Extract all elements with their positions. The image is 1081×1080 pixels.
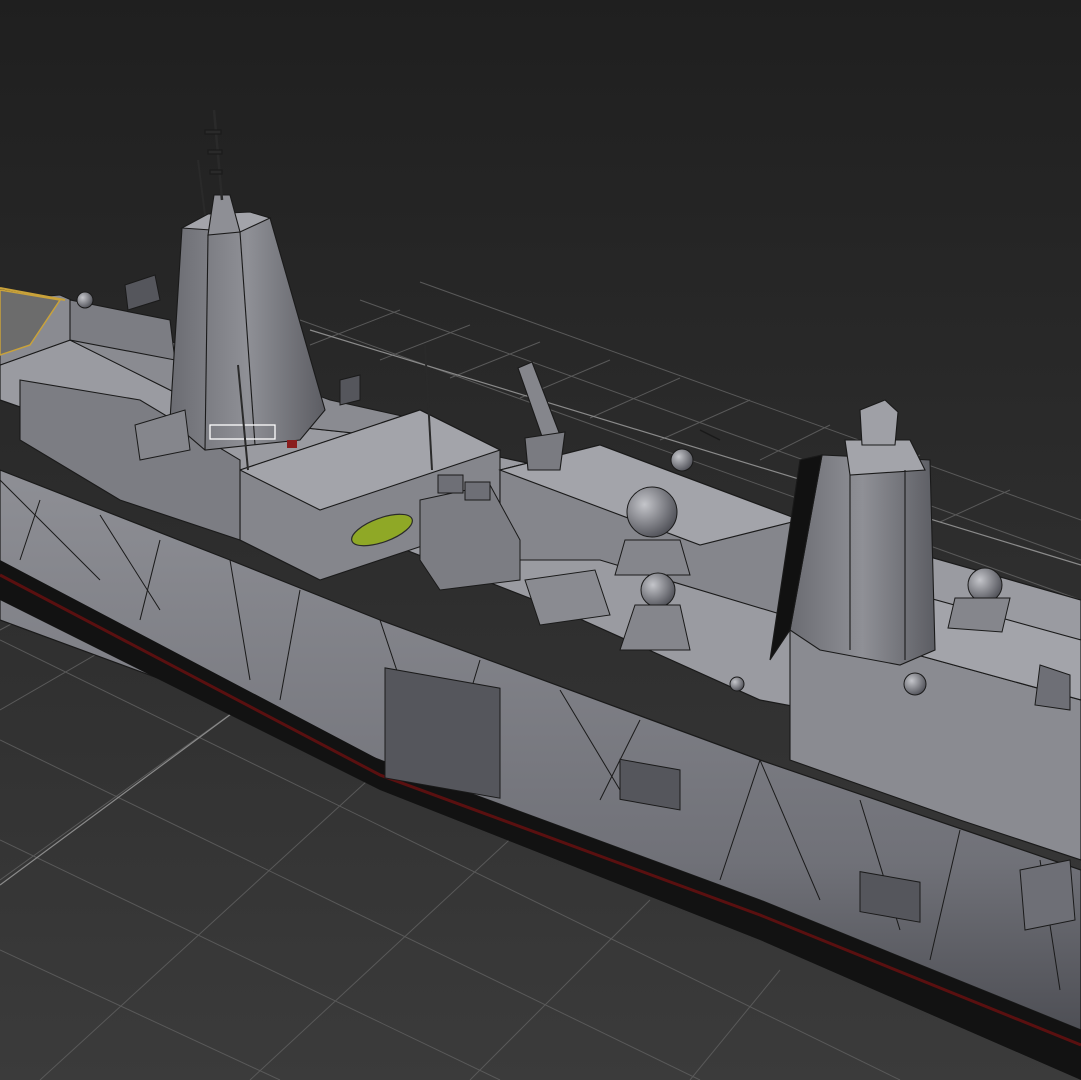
- radar-dome-icon[interactable]: [670, 448, 694, 472]
- red-marker: [287, 440, 297, 448]
- radar-dome-icon[interactable]: [967, 567, 1003, 603]
- antenna-crossbar-2: [207, 149, 223, 155]
- viewport-canvas[interactable]: [0, 0, 1081, 1080]
- equipment-box-7[interactable]: [1019, 859, 1076, 931]
- equipment-box-4[interactable]: [524, 569, 611, 626]
- radar-dome-icon[interactable]: [729, 676, 745, 692]
- hull-window-panel: [384, 667, 501, 799]
- antenna-crossbar: [204, 129, 222, 135]
- crane-base: [524, 431, 566, 471]
- deck-vent: [339, 374, 361, 406]
- radar-dome-icon[interactable]: [640, 572, 676, 608]
- antenna-crossbar-3: [209, 169, 223, 175]
- radar-dome-icon[interactable]: [903, 672, 927, 696]
- radar-dome-icon[interactable]: [626, 486, 678, 538]
- 3d-viewport[interactable]: [0, 0, 1081, 1080]
- equipment-box-3[interactable]: [464, 481, 491, 501]
- equipment-box-2[interactable]: [437, 474, 464, 494]
- radar-dome-icon[interactable]: [76, 291, 94, 309]
